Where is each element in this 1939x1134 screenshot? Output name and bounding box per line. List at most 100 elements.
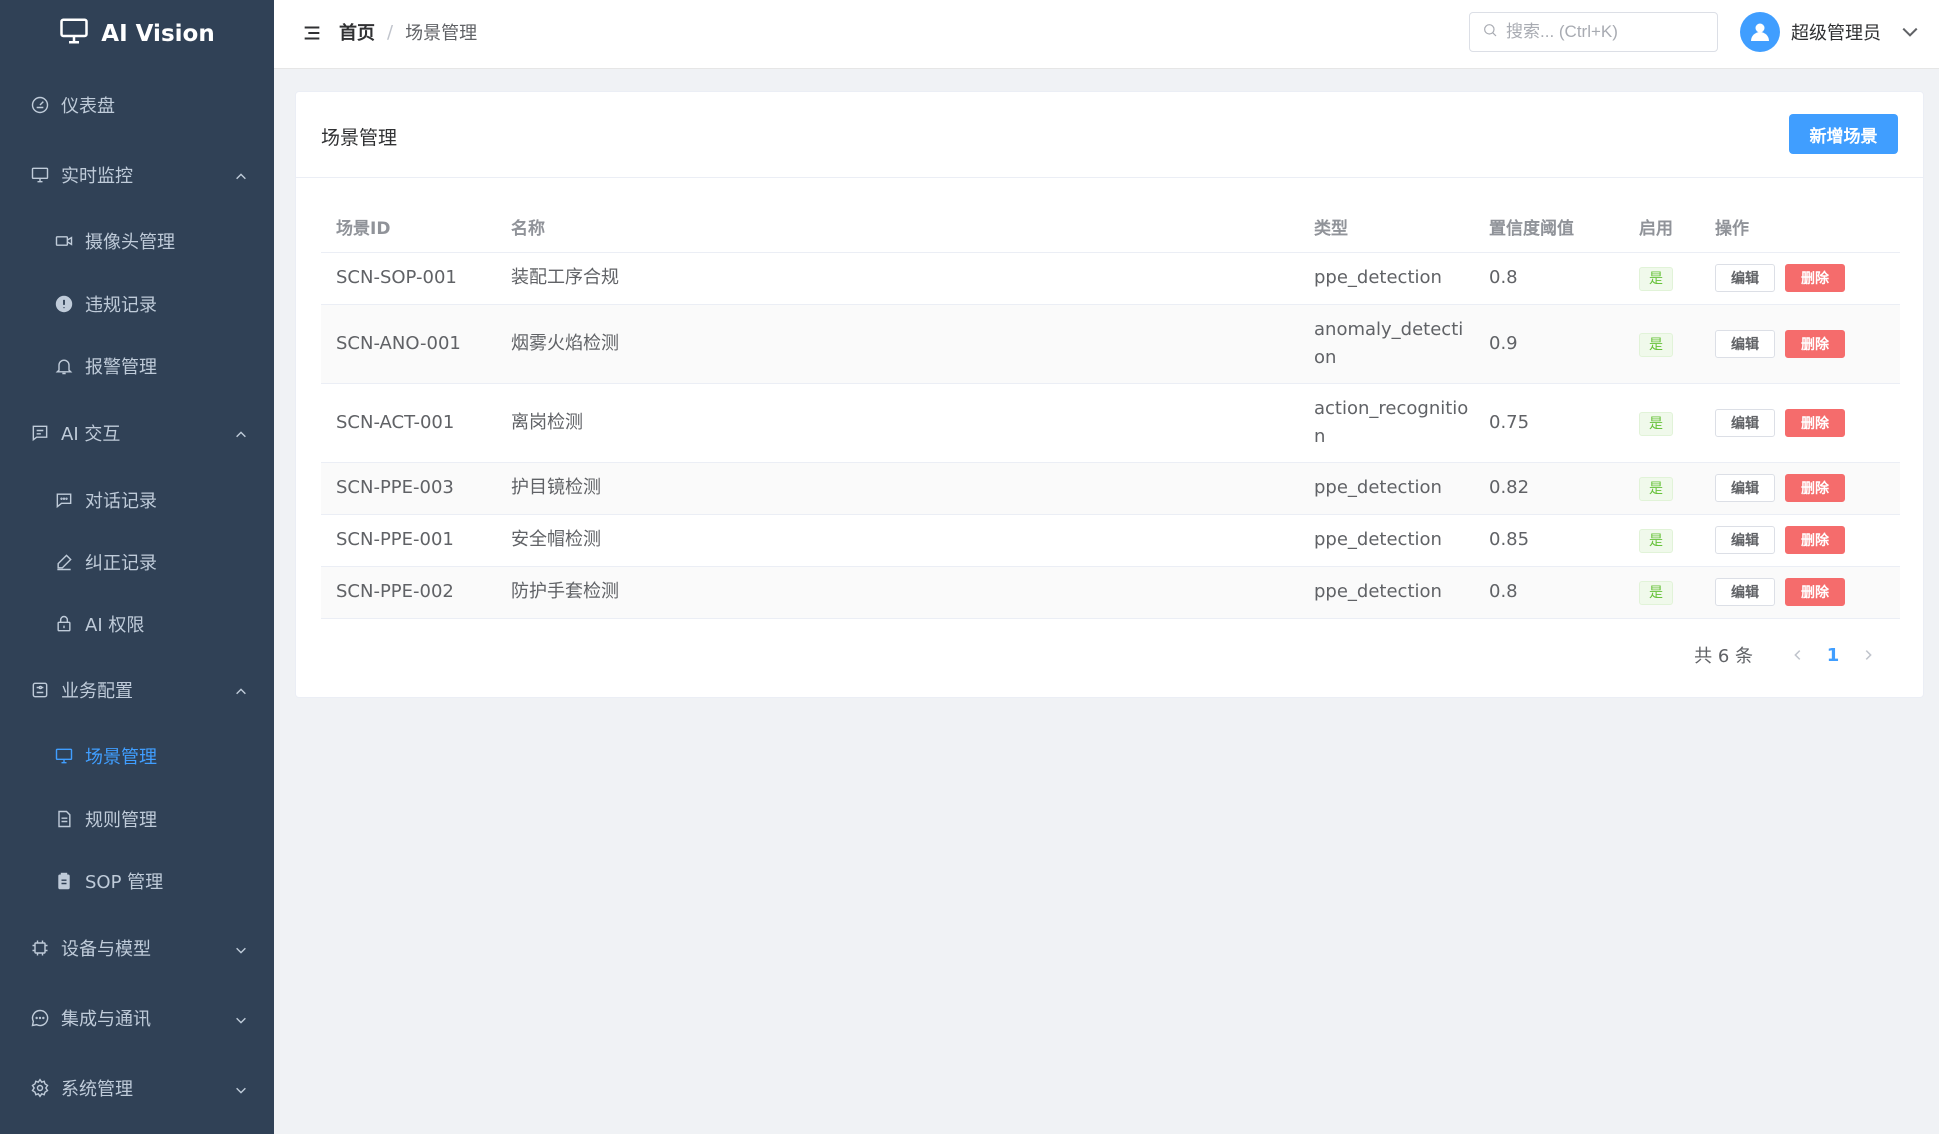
sidebar-item-system[interactable]: 系统管理 — [0, 1058, 274, 1118]
pagination-total: 共 6 条 — [1694, 646, 1753, 667]
sidebar-item-ai-permission[interactable]: AI 权限 — [0, 594, 274, 654]
chevron-up-icon — [234, 168, 248, 182]
sidebar-item-label: 集成与通讯 — [61, 1009, 151, 1030]
sidebar-item-sop[interactable]: SOP 管理 — [0, 851, 274, 911]
cell-id: SCN-PPE-003 — [321, 462, 496, 515]
cell-id: SCN-ACT-001 — [321, 383, 496, 463]
add-scene-button[interactable]: 新增场景 — [1789, 114, 1898, 154]
pagination: 共 6 条 1 — [1694, 640, 1883, 670]
next-page-icon[interactable] — [1853, 640, 1883, 670]
column-header-enabled: 启用 — [1624, 202, 1700, 253]
enabled-tag: 是 — [1639, 529, 1673, 553]
menu-toggle-icon[interactable] — [301, 22, 323, 44]
prev-page-icon[interactable] — [1783, 640, 1813, 670]
cell-name: 护目镜检测 — [496, 462, 1299, 515]
app-logo[interactable]: AI Vision — [0, 0, 274, 68]
sidebar-item-dashboard[interactable]: 仪表盘 — [0, 75, 274, 135]
cell-name: 装配工序合规 — [496, 252, 1299, 305]
lock-icon — [53, 613, 75, 635]
edit-button[interactable]: 编辑 — [1715, 264, 1775, 292]
cell-name: 离岗检测 — [496, 383, 1299, 463]
column-header-id: 场景ID — [321, 202, 496, 253]
user-menu[interactable]: 超级管理员 — [1740, 12, 1919, 52]
sidebar-item-label: 实时监控 — [61, 166, 133, 187]
chevron-down-icon[interactable] — [1901, 23, 1919, 41]
column-header-confidence: 置信度阈值 — [1474, 202, 1624, 253]
sidebar-item-conversations[interactable]: 对话记录 — [0, 470, 274, 530]
sidebar-item-label: SOP 管理 — [85, 872, 164, 893]
sidebar-item-corrections[interactable]: 纠正记录 — [0, 532, 274, 592]
sidebar-item-camera[interactable]: 摄像头管理 — [0, 211, 274, 271]
enabled-tag: 是 — [1639, 267, 1673, 291]
cell-id: SCN-SOP-001 — [321, 252, 496, 305]
page-number[interactable]: 1 — [1813, 640, 1853, 670]
sidebar-item-label: 纠正记录 — [85, 553, 157, 574]
delete-button[interactable]: 删除 — [1785, 329, 1845, 358]
cell-enabled: 是 — [1624, 514, 1700, 567]
top-header: 首页 / 场景管理 超级管理员 — [274, 0, 1939, 69]
enabled-tag: 是 — [1639, 477, 1673, 501]
sidebar-item-scene-management[interactable]: 场景管理 — [0, 726, 274, 786]
sidebar-item-label: 对话记录 — [85, 491, 157, 512]
table-row: SCN-PPE-002 防护手套检测 ppe_detection 0.8 是 编… — [321, 566, 1900, 619]
sidebar-item-label: AI 权限 — [85, 615, 145, 636]
edit-button[interactable]: 编辑 — [1715, 526, 1775, 554]
dashboard-icon — [29, 94, 51, 116]
card-title: 场景管理 — [321, 127, 398, 149]
edit-button[interactable]: 编辑 — [1715, 474, 1775, 502]
cell-confidence: 0.8 — [1474, 252, 1624, 305]
clipboard-icon — [53, 870, 75, 892]
delete-button[interactable]: 删除 — [1785, 408, 1845, 437]
search-box[interactable] — [1469, 12, 1718, 52]
cell-name: 防护手套检测 — [496, 566, 1299, 619]
chat-dots-icon — [29, 1007, 51, 1029]
sidebar-item-ai-interaction[interactable]: AI 交互 — [0, 403, 274, 463]
sidebar-item-business-config[interactable]: 业务配置 — [0, 660, 274, 720]
camera-icon — [53, 230, 75, 252]
cell-type: ppe_detection — [1314, 267, 1442, 288]
chevron-up-icon — [234, 426, 248, 440]
monitor-logo-icon — [59, 16, 89, 52]
cell-type-wrap: ppe_detection — [1299, 566, 1474, 619]
breadcrumb-separator: / — [387, 21, 394, 43]
delete-button[interactable]: 删除 — [1785, 264, 1845, 292]
cell-name: 烟雾火焰检测 — [496, 304, 1299, 384]
cell-name: 安全帽检测 — [496, 514, 1299, 567]
username[interactable]: 超级管理员 — [1791, 19, 1881, 45]
breadcrumb-home[interactable]: 首页 — [339, 19, 375, 45]
cell-type-wrap: ppe_detection — [1299, 252, 1474, 305]
enabled-tag: 是 — [1639, 581, 1673, 605]
edit-button[interactable]: 编辑 — [1715, 329, 1775, 358]
cell-confidence: 0.85 — [1474, 514, 1624, 567]
sidebar-item-rules[interactable]: 规则管理 — [0, 789, 274, 849]
cell-enabled: 是 — [1624, 304, 1700, 384]
sidebar-item-devices-models[interactable]: 设备与模型 — [0, 918, 274, 978]
avatar[interactable] — [1740, 12, 1780, 52]
column-header-actions: 操作 — [1700, 202, 1900, 253]
table-header-row: 场景ID 名称 类型 置信度阈值 启用 操作 — [321, 202, 1900, 253]
app-name: AI Vision — [101, 21, 215, 47]
edit-button[interactable]: 编辑 — [1715, 408, 1775, 437]
config-icon — [29, 679, 51, 701]
cell-enabled: 是 — [1624, 462, 1700, 515]
edit-button[interactable]: 编辑 — [1715, 578, 1775, 606]
table-row: SCN-ANO-001 烟雾火焰检测 anomaly_detection 0.9… — [321, 304, 1900, 384]
sidebar-item-violations[interactable]: 违规记录 — [0, 274, 274, 334]
edit-pen-icon — [53, 551, 75, 573]
cell-type-wrap: ppe_detection — [1299, 514, 1474, 567]
search-input[interactable] — [1506, 22, 1706, 42]
sidebar-item-alarms[interactable]: 报警管理 — [0, 336, 274, 396]
cell-id: SCN-PPE-002 — [321, 566, 496, 619]
cell-actions: 编辑 删除 — [1700, 462, 1900, 515]
sidebar-item-integration[interactable]: 集成与通讯 — [0, 988, 274, 1048]
sidebar-item-realtime-monitor[interactable]: 实时监控 — [0, 145, 274, 205]
cell-type: action_recognition — [1314, 397, 1469, 447]
sidebar-item-label: 摄像头管理 — [85, 232, 175, 253]
delete-button[interactable]: 删除 — [1785, 474, 1845, 502]
cell-actions: 编辑 删除 — [1700, 252, 1900, 305]
gear-icon — [29, 1077, 51, 1099]
cell-actions: 编辑 删除 — [1700, 514, 1900, 567]
delete-button[interactable]: 删除 — [1785, 578, 1845, 606]
delete-button[interactable]: 删除 — [1785, 526, 1845, 554]
chevron-up-icon — [234, 683, 248, 697]
